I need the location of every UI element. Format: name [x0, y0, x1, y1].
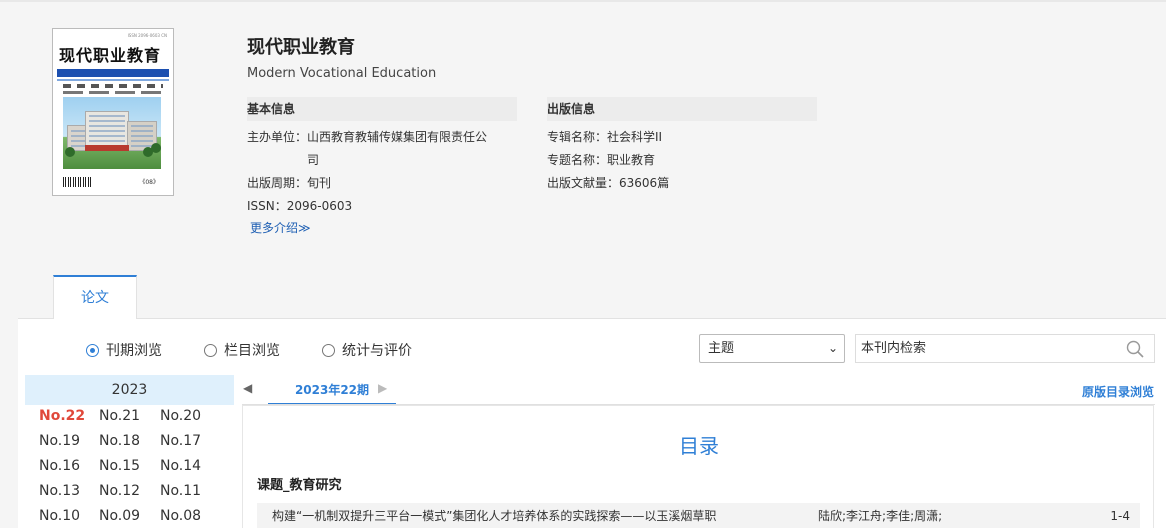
search-placeholder: 本刊内检索: [861, 341, 927, 356]
issue-item[interactable]: No.20: [160, 408, 201, 424]
sponsor-value: 山西教育教辅传媒集团有限责任公: [307, 130, 488, 144]
tree: [151, 143, 161, 153]
chevron-down-icon: ⌄: [827, 341, 838, 355]
issue-item[interactable]: No.18: [99, 433, 140, 449]
toc-panel: 目录 课题_教育研究 构建“一机制双提升三平台一模式”集团化人才培养体系的实践探…: [242, 405, 1154, 528]
radio-label: 栏目浏览: [224, 343, 280, 359]
cover-title: 现代职业教育: [59, 46, 162, 65]
radio-selected-icon: [86, 343, 99, 357]
issue-item[interactable]: No.17: [160, 433, 201, 449]
tree: [65, 147, 75, 157]
issn-row: ISSN：2096-0603: [247, 197, 352, 215]
topic-row: 专题名称：职业教育: [547, 151, 655, 169]
issue-item[interactable]: No.08: [160, 508, 201, 524]
next-issue-icon[interactable]: ▶: [378, 381, 387, 395]
prev-issue-icon[interactable]: ◀: [243, 381, 252, 395]
cover-band: [57, 69, 169, 77]
journal-cover-image[interactable]: ISSN 2096-0603 CN 现代职业教育 《08》: [52, 28, 174, 196]
cycle-row: 出版周期：旬刊: [247, 174, 331, 192]
toc-title: 目录: [679, 434, 719, 458]
cover-text-lines-2: [63, 91, 163, 94]
issn-label: ISSN：: [247, 199, 287, 213]
album-row: 专辑名称：社会科学II: [547, 128, 662, 146]
cycle-value: 旬刊: [307, 176, 332, 190]
original-toc-link[interactable]: 原版目录浏览: [1082, 383, 1154, 400]
issue-item[interactable]: No.14: [160, 458, 201, 474]
issue-item[interactable]: No.22: [39, 408, 85, 424]
issue-item[interactable]: No.10: [39, 508, 80, 524]
radio-issue-browse[interactable]: 刊期浏览: [86, 340, 162, 360]
radio-label: 刊期浏览: [106, 343, 162, 359]
count-label: 出版文献量：: [547, 176, 620, 190]
sponsor-row: 主办单位：山西教育教辅传媒集团有限责任公: [247, 128, 487, 146]
album-value: 社会科学II: [607, 130, 663, 144]
radio-icon: [322, 343, 335, 357]
building-base: [85, 145, 129, 151]
count-value: 63606篇: [619, 176, 670, 190]
issue-item[interactable]: No.11: [160, 483, 201, 499]
journal-title-en: Modern Vocational Education: [247, 66, 437, 81]
article-pages: 1-4: [1110, 509, 1130, 523]
issue-item[interactable]: No.09: [99, 508, 140, 524]
radio-stats-eval[interactable]: 统计与评价: [322, 340, 412, 360]
issue-item[interactable]: No.19: [39, 433, 80, 449]
issue-item[interactable]: No.12: [99, 483, 140, 499]
album-label: 专辑名称：: [547, 130, 608, 144]
radio-column-browse[interactable]: 栏目浏览: [204, 340, 280, 360]
journal-title: 现代职业教育: [247, 37, 355, 58]
cover-campus-photo: [63, 97, 161, 169]
publish-info-heading: 出版信息: [547, 97, 817, 121]
topic-label: 专题名称：: [547, 153, 608, 167]
sponsor-label: 主办单位：: [247, 130, 308, 144]
issue-item[interactable]: No.16: [39, 458, 80, 474]
toc-column-heading: 课题_教育研究: [257, 478, 342, 493]
search-field-value: 主题: [708, 341, 735, 356]
table-row[interactable]: 构建“一机制双提升三平台一模式”集团化人才培养体系的实践探索——以玉溪烟草职 陆…: [257, 503, 1140, 528]
topic-value: 职业教育: [607, 153, 656, 167]
barcode-icon: [63, 177, 91, 187]
issue-item[interactable]: No.13: [39, 483, 80, 499]
basic-info-heading: 基本信息: [247, 97, 517, 121]
current-issue-tab[interactable]: 2023年22期: [268, 378, 396, 405]
sponsor-value-cont: 司: [307, 153, 320, 167]
search-icon[interactable]: [1126, 340, 1144, 358]
cover-small-print: ISSN 2096-0603 CN: [127, 33, 167, 38]
cover-text-lines: [63, 84, 163, 88]
issue-item[interactable]: No.21: [99, 408, 140, 424]
issn-value: 2096-0603: [286, 199, 353, 213]
article-title-link[interactable]: 构建“一机制双提升三平台一模式”集团化人才培养体系的实践探索——以玉溪烟草职: [272, 503, 716, 528]
cover-issue-mark: 《08》: [139, 179, 159, 186]
search-input[interactable]: 本刊内检索: [855, 334, 1155, 363]
radio-label: 统计与评价: [342, 343, 412, 359]
cover-stripe: [57, 79, 169, 81]
count-row: 出版文献量：63606篇: [547, 174, 669, 192]
article-authors[interactable]: 陆欣;李江舟;李佳;周潇;: [818, 503, 942, 528]
more-intro-link[interactable]: 更多介绍≫: [250, 219, 311, 236]
tab-paper[interactable]: 论文: [53, 275, 137, 319]
issue-item[interactable]: No.15: [99, 458, 140, 474]
search-field-select[interactable]: 主题 ⌄: [699, 334, 845, 363]
radio-icon: [204, 343, 217, 357]
cycle-label: 出版周期：: [247, 176, 308, 190]
top-divider: [0, 0, 1166, 2]
year-header[interactable]: 2023: [25, 375, 234, 405]
